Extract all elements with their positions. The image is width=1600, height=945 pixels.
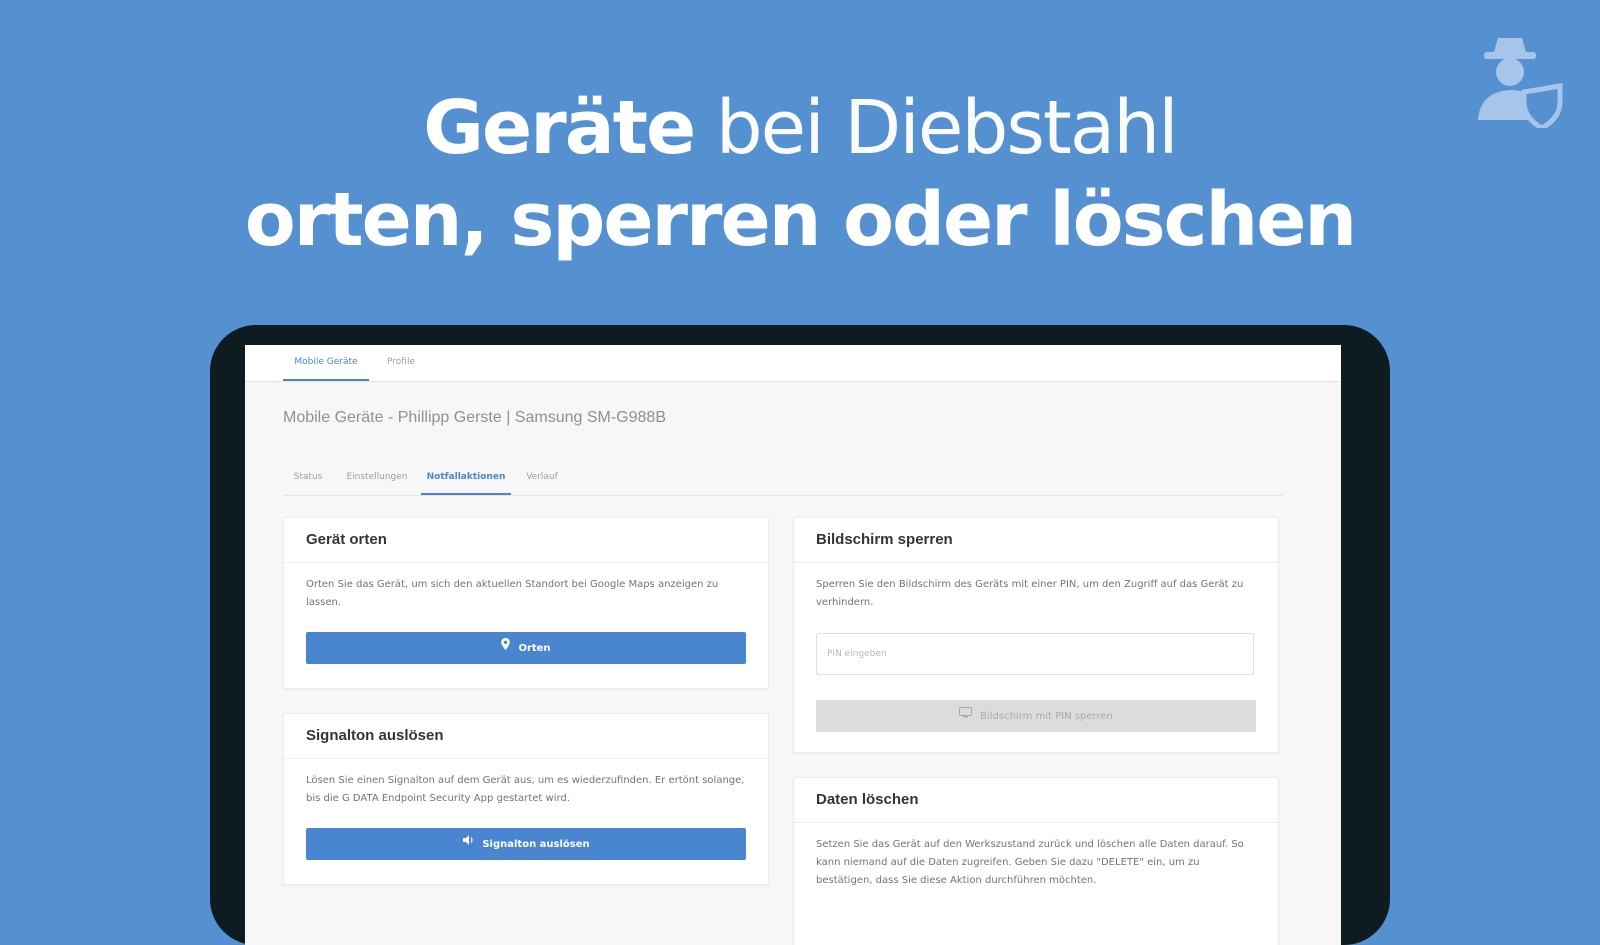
wipe-card-description: Setzen Sie das Gerät auf den Werkszustan… bbox=[816, 839, 1244, 886]
headline-line-2: orten, sperren oder löschen bbox=[244, 177, 1357, 263]
ring-button[interactable]: Signalton auslösen bbox=[306, 828, 746, 860]
wipe-card-title: Daten löschen bbox=[794, 778, 1278, 823]
pin-input[interactable]: PIN eingeben bbox=[816, 633, 1254, 675]
top-tab-bar: Mobile Geräte Profile bbox=[245, 345, 1341, 382]
speaker-icon bbox=[462, 828, 474, 860]
page-title: Mobile Geräte - Phillipp Gerste | Samsun… bbox=[283, 409, 666, 426]
sub-tab-bar: Status Einstellungen Notfallaktionen Ver… bbox=[283, 463, 1283, 496]
locate-button-label: Orten bbox=[518, 643, 551, 654]
lock-screen-card: Bildschirm sperren Sperren Sie den Bilds… bbox=[793, 517, 1279, 753]
ring-card-description: Lösen Sie einen Signalton auf dem Gerät … bbox=[306, 775, 745, 804]
admin-screen: Mobile Geräte Profile Mobile Geräte - Ph… bbox=[245, 345, 1341, 945]
locate-card-title: Gerät orten bbox=[284, 518, 768, 563]
wipe-data-card: Daten löschen Setzen Sie das Gerät auf d… bbox=[793, 777, 1279, 945]
lock-card-description: Sperren Sie den Bildschirm des Geräts mi… bbox=[816, 579, 1244, 608]
tab-profiles[interactable]: Profile bbox=[379, 345, 423, 379]
headline: Geräte bei Diebstahl orten, sperren oder… bbox=[0, 82, 1600, 266]
tablet-frame: Mobile Geräte Profile Mobile Geräte - Ph… bbox=[210, 325, 1390, 945]
lock-screen-icon bbox=[959, 700, 973, 732]
tab-history[interactable]: Verlauf bbox=[517, 463, 567, 493]
lock-card-title: Bildschirm sperren bbox=[794, 518, 1278, 563]
lock-screen-button-label: Bildschirm mit PIN sperren bbox=[980, 711, 1113, 722]
map-pin-icon bbox=[501, 632, 511, 664]
lock-screen-button[interactable]: Bildschirm mit PIN sperren bbox=[816, 700, 1256, 732]
tab-status[interactable]: Status bbox=[283, 463, 333, 493]
locate-button[interactable]: Orten bbox=[306, 632, 746, 664]
locate-device-card: Gerät orten Orten Sie das Gerät, um sich… bbox=[283, 517, 769, 689]
tab-mobile-devices[interactable]: Mobile Geräte bbox=[283, 345, 369, 381]
ring-button-label: Signalton auslösen bbox=[482, 839, 590, 850]
locate-card-description: Orten Sie das Gerät, um sich den aktuell… bbox=[306, 579, 719, 608]
headline-line-1: Geräte bei Diebstahl bbox=[0, 82, 1600, 174]
spy-shield-icon bbox=[1470, 32, 1566, 131]
ring-card-title: Signalton auslösen bbox=[284, 714, 768, 759]
headline-bold-word: Geräte bbox=[423, 85, 696, 171]
headline-light-words: bei Diebstahl bbox=[694, 85, 1179, 171]
ring-device-card: Signalton auslösen Lösen Sie einen Signa… bbox=[283, 713, 769, 885]
tab-settings[interactable]: Einstellungen bbox=[339, 463, 415, 493]
tab-emergency-actions[interactable]: Notfallaktionen bbox=[421, 463, 511, 495]
